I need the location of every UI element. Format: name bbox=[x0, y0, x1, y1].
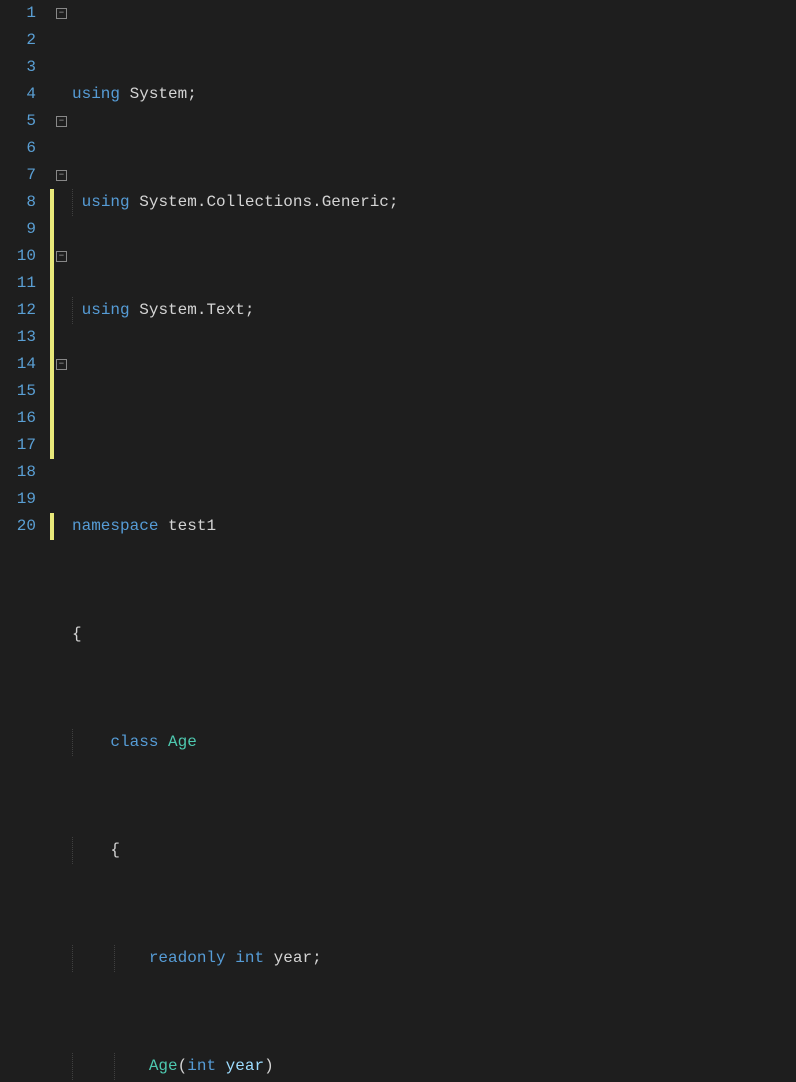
code-line[interactable]: using System.Collections.Generic; bbox=[72, 189, 796, 216]
identifier: Generic bbox=[322, 193, 389, 211]
fold-toggle[interactable]: − bbox=[56, 116, 67, 127]
keyword: using bbox=[82, 301, 130, 319]
change-margin bbox=[48, 0, 56, 541]
identifier: System bbox=[130, 85, 188, 103]
brace: { bbox=[72, 625, 82, 643]
punct: . bbox=[312, 193, 322, 211]
line-number: 13 bbox=[0, 324, 36, 351]
line-number: 9 bbox=[0, 216, 36, 243]
identifier: System bbox=[139, 301, 197, 319]
code-line[interactable]: namespace test1 bbox=[72, 513, 796, 540]
type-name: Age bbox=[168, 733, 197, 751]
line-number: 14 bbox=[0, 351, 36, 378]
punct: ; bbox=[389, 193, 399, 211]
keyword: class bbox=[110, 733, 158, 751]
line-number: 11 bbox=[0, 270, 36, 297]
keyword: using bbox=[72, 85, 120, 103]
line-number: 10 bbox=[0, 243, 36, 270]
ctor: Age bbox=[149, 1057, 178, 1075]
keyword: namespace bbox=[72, 517, 158, 535]
code-area[interactable]: using System; using System.Collections.G… bbox=[72, 0, 796, 541]
change-indicator bbox=[50, 189, 54, 459]
keyword: int bbox=[235, 949, 264, 967]
line-number: 3 bbox=[0, 54, 36, 81]
line-number: 5 bbox=[0, 108, 36, 135]
line-number: 1 bbox=[0, 0, 36, 27]
brace: { bbox=[110, 841, 120, 859]
code-line[interactable]: { bbox=[72, 837, 796, 864]
identifier: Collections bbox=[206, 193, 312, 211]
fold-toggle[interactable]: − bbox=[56, 8, 67, 19]
code-line[interactable]: using System; bbox=[72, 81, 796, 108]
fold-toggle[interactable]: − bbox=[56, 359, 67, 370]
line-number-gutter: 1234567891011121314151617181920 bbox=[0, 0, 48, 541]
identifier: test1 bbox=[168, 517, 216, 535]
line-number: 20 bbox=[0, 513, 36, 540]
line-number: 4 bbox=[0, 81, 36, 108]
code-line[interactable]: { bbox=[72, 621, 796, 648]
line-number: 17 bbox=[0, 432, 36, 459]
code-line[interactable]: Age(int year) bbox=[72, 1053, 796, 1080]
param: year bbox=[226, 1057, 264, 1075]
code-line[interactable] bbox=[72, 405, 796, 432]
code-line[interactable]: class Age bbox=[72, 729, 796, 756]
punct: ) bbox=[264, 1057, 274, 1075]
keyword: readonly bbox=[149, 949, 226, 967]
keyword: int bbox=[187, 1057, 216, 1075]
fold-toggle[interactable]: − bbox=[56, 170, 67, 181]
line-number: 2 bbox=[0, 27, 36, 54]
code-editor[interactable]: 1234567891011121314151617181920 −−−−− us… bbox=[0, 0, 796, 541]
line-number: 6 bbox=[0, 135, 36, 162]
punct: ( bbox=[178, 1057, 188, 1075]
line-number: 8 bbox=[0, 189, 36, 216]
fold-column: − − − − − bbox=[56, 0, 72, 541]
fold-toggle[interactable]: − bbox=[56, 251, 67, 262]
line-number: 15 bbox=[0, 378, 36, 405]
line-number: 16 bbox=[0, 405, 36, 432]
code-line[interactable]: readonly int year; bbox=[72, 945, 796, 972]
punct: ; bbox=[245, 301, 255, 319]
line-number: 18 bbox=[0, 459, 36, 486]
line-number: 19 bbox=[0, 486, 36, 513]
keyword: using bbox=[82, 193, 130, 211]
field: year bbox=[274, 949, 312, 967]
line-number: 12 bbox=[0, 297, 36, 324]
identifier: System bbox=[139, 193, 197, 211]
identifier: Text bbox=[206, 301, 244, 319]
punct: ; bbox=[187, 85, 197, 103]
punct: . bbox=[197, 193, 207, 211]
code-line[interactable]: using System.Text; bbox=[72, 297, 796, 324]
punct: . bbox=[197, 301, 207, 319]
line-number: 7 bbox=[0, 162, 36, 189]
punct: ; bbox=[312, 949, 322, 967]
change-indicator bbox=[50, 513, 54, 540]
